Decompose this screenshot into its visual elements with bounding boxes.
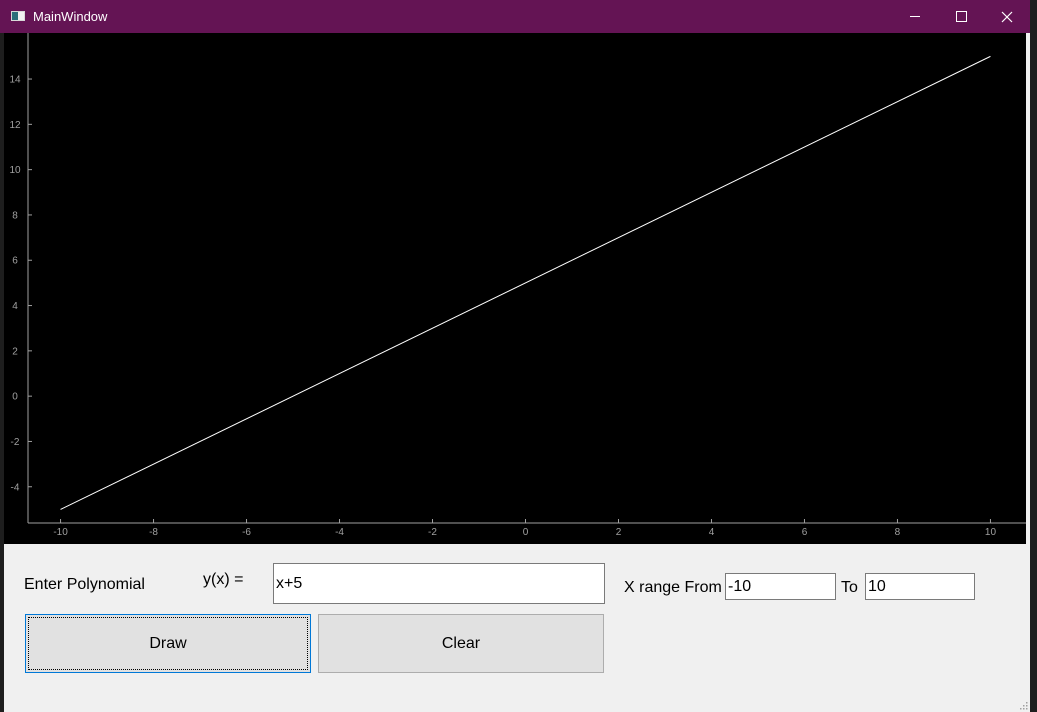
app-icon bbox=[11, 11, 25, 21]
y-tick-label: 8 bbox=[12, 210, 18, 221]
x-tick-label: 2 bbox=[616, 527, 622, 538]
plot-canvas: -10 -8 -6 -4 -2 0 2 4 6 8 10 -4 -2 0 2 4 6 8 10 12 14 bbox=[4, 33, 1026, 544]
x-tick-label: 4 bbox=[709, 527, 715, 538]
title-bar: MainWindow bbox=[0, 0, 1030, 33]
x-from-input[interactable] bbox=[725, 573, 836, 600]
x-tick-label: -10 bbox=[53, 527, 68, 538]
close-button[interactable] bbox=[984, 0, 1030, 33]
close-icon bbox=[1001, 11, 1013, 22]
y-tick-label: 4 bbox=[12, 301, 18, 312]
y-tick-label: -2 bbox=[11, 437, 20, 448]
x-to-input[interactable] bbox=[865, 573, 975, 600]
maximize-icon bbox=[955, 11, 967, 22]
enter-polynomial-label: Enter Polynomial bbox=[24, 576, 145, 593]
client-area: -10 -8 -6 -4 -2 0 2 4 6 8 10 -4 -2 0 2 4 6 8 10 12 14 Enter … bbox=[4, 33, 1030, 712]
x-tick-label: 6 bbox=[802, 527, 808, 538]
x-tick-label: -4 bbox=[335, 527, 344, 538]
polynomial-input[interactable] bbox=[273, 563, 605, 604]
draw-button[interactable]: Draw bbox=[25, 614, 311, 673]
y-tick-label: 0 bbox=[12, 392, 18, 403]
x-tick-label: -2 bbox=[428, 527, 437, 538]
x-tick-label: 10 bbox=[985, 527, 997, 538]
window-title: MainWindow bbox=[33, 9, 108, 24]
clear-button[interactable]: Clear bbox=[318, 614, 604, 673]
y-tick-label: 14 bbox=[9, 75, 21, 86]
yx-label: y(x) = bbox=[203, 571, 244, 588]
y-tick-label: 10 bbox=[9, 165, 21, 176]
plot-svg: -10 -8 -6 -4 -2 0 2 4 6 8 10 -4 -2 0 2 4 6 8 10 12 14 bbox=[9, 33, 1026, 538]
x-range-from-label: X range From bbox=[624, 579, 722, 596]
x-tick-label: -8 bbox=[149, 527, 158, 538]
minimize-icon bbox=[910, 16, 920, 17]
y-tick-label: 12 bbox=[9, 120, 21, 131]
x-tick-label: 8 bbox=[895, 527, 901, 538]
focus-ring bbox=[28, 617, 308, 670]
y-tick-label: -4 bbox=[11, 482, 20, 493]
resize-grip-icon[interactable] bbox=[1018, 700, 1028, 710]
to-label: To bbox=[841, 579, 858, 596]
y-tick-label: 2 bbox=[12, 346, 18, 357]
series-line bbox=[60, 55, 991, 510]
x-tick-label: -6 bbox=[242, 527, 251, 538]
y-tick-label: 6 bbox=[12, 256, 18, 267]
x-tick-label: 0 bbox=[523, 527, 529, 538]
minimize-button[interactable] bbox=[892, 0, 938, 33]
maximize-button[interactable] bbox=[938, 0, 984, 33]
clear-button-label: Clear bbox=[441, 634, 481, 652]
